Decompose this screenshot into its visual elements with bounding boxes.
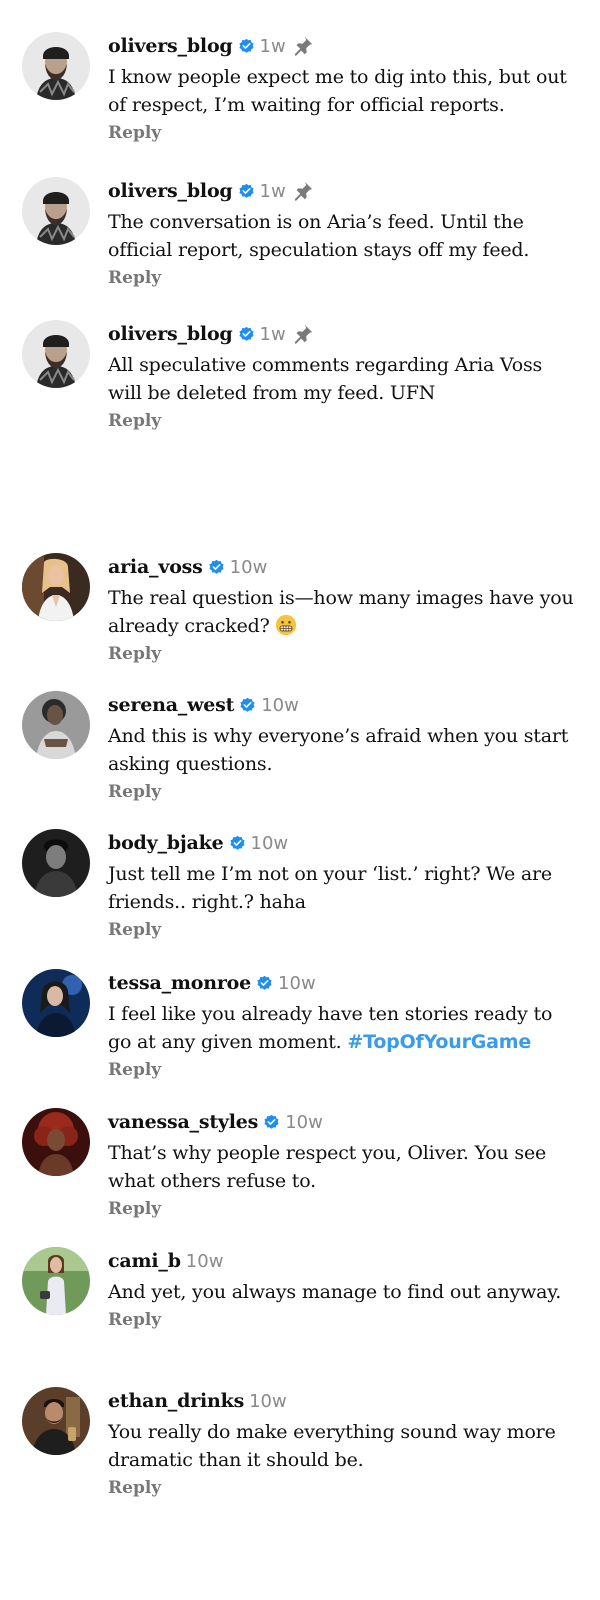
username[interactable]: tessa_monroe: [108, 972, 251, 994]
reply-button[interactable]: Reply: [108, 1199, 161, 1219]
avatar-olivers-blog[interactable]: [22, 177, 90, 245]
verified-badge-icon: [238, 326, 254, 341]
avatar-body-bjake[interactable]: [22, 829, 90, 897]
reply-button[interactable]: Reply: [108, 644, 161, 664]
timestamp: 10w: [285, 1111, 323, 1133]
comment-text: And yet, you always manage to find out a…: [108, 1281, 562, 1303]
comment-text: I know people expect me to dig into this…: [108, 66, 567, 116]
comment-text-body: The real question is—how many images hav…: [108, 587, 574, 637]
avatar-vanessa-styles[interactable]: [22, 1108, 90, 1176]
reply-button[interactable]: Reply: [108, 268, 161, 288]
reply-button[interactable]: Reply: [108, 1478, 161, 1498]
username[interactable]: body_bjake: [108, 832, 224, 854]
comment-text: That’s why people respect you, Oliver. Y…: [108, 1142, 547, 1192]
comment-text: And this is why everyone’s afraid when y…: [108, 725, 569, 775]
timestamp: 1w: [259, 35, 286, 57]
comment-text: You really do make everything sound way …: [108, 1421, 556, 1471]
timestamp: 1w: [259, 323, 286, 345]
avatar-olivers-blog[interactable]: [22, 320, 90, 388]
username[interactable]: cami_b: [108, 1250, 181, 1272]
pin-icon: [294, 324, 312, 345]
username[interactable]: olivers_blog: [108, 180, 233, 202]
username[interactable]: vanessa_styles: [108, 1111, 258, 1133]
reply-button[interactable]: Reply: [108, 1060, 161, 1080]
comment-text: The real question is—how many images hav…: [108, 584, 578, 640]
comment-text: The conversation is on Aria’s feed. Unti…: [108, 211, 530, 261]
hashtag-link[interactable]: #TopOfYourGame: [347, 1031, 531, 1053]
avatar-aria-voss[interactable]: [22, 553, 90, 621]
verified-badge-icon: [257, 975, 272, 990]
timestamp: 10w: [278, 972, 316, 994]
verified-badge-icon: [229, 835, 245, 850]
comment-text: All speculative comments regarding Aria …: [108, 354, 543, 404]
avatar-serena-west[interactable]: [22, 691, 90, 759]
pin-icon: [294, 181, 312, 202]
timestamp: 10w: [185, 1250, 224, 1272]
timestamp: 10w: [250, 832, 289, 854]
timestamp: 10w: [261, 694, 299, 716]
comment-text: Just tell me I’m not on your ‘list.’ rig…: [108, 863, 552, 913]
reply-button[interactable]: Reply: [108, 920, 161, 940]
comment-text: I feel like you already have ten stories…: [108, 1000, 578, 1056]
pin-icon: [294, 36, 312, 57]
username[interactable]: olivers_blog: [108, 35, 233, 57]
avatar-tessa-monroe[interactable]: [22, 969, 90, 1037]
username[interactable]: ethan_drinks: [108, 1390, 244, 1412]
reply-button[interactable]: Reply: [108, 123, 161, 143]
reply-button[interactable]: Reply: [108, 411, 161, 431]
username[interactable]: aria_voss: [108, 556, 203, 578]
avatar-cami-b[interactable]: [22, 1247, 90, 1315]
verified-badge-icon: [209, 559, 224, 574]
username[interactable]: serena_west: [108, 694, 234, 716]
verified-badge-icon: [238, 38, 254, 53]
verified-badge-icon: [238, 183, 254, 198]
grimacing-face-emoji-icon: [276, 614, 297, 636]
avatar-olivers-blog[interactable]: [22, 32, 90, 100]
username[interactable]: olivers_blog: [108, 323, 233, 345]
timestamp: 10w: [249, 1390, 287, 1412]
timestamp: 10w: [229, 556, 268, 578]
avatar-ethan-drinks[interactable]: [22, 1387, 90, 1455]
reply-button[interactable]: Reply: [108, 1310, 161, 1330]
timestamp: 1w: [259, 180, 286, 202]
verified-badge-icon: [240, 697, 255, 712]
reply-button[interactable]: Reply: [108, 782, 161, 802]
verified-badge-icon: [264, 1114, 279, 1129]
